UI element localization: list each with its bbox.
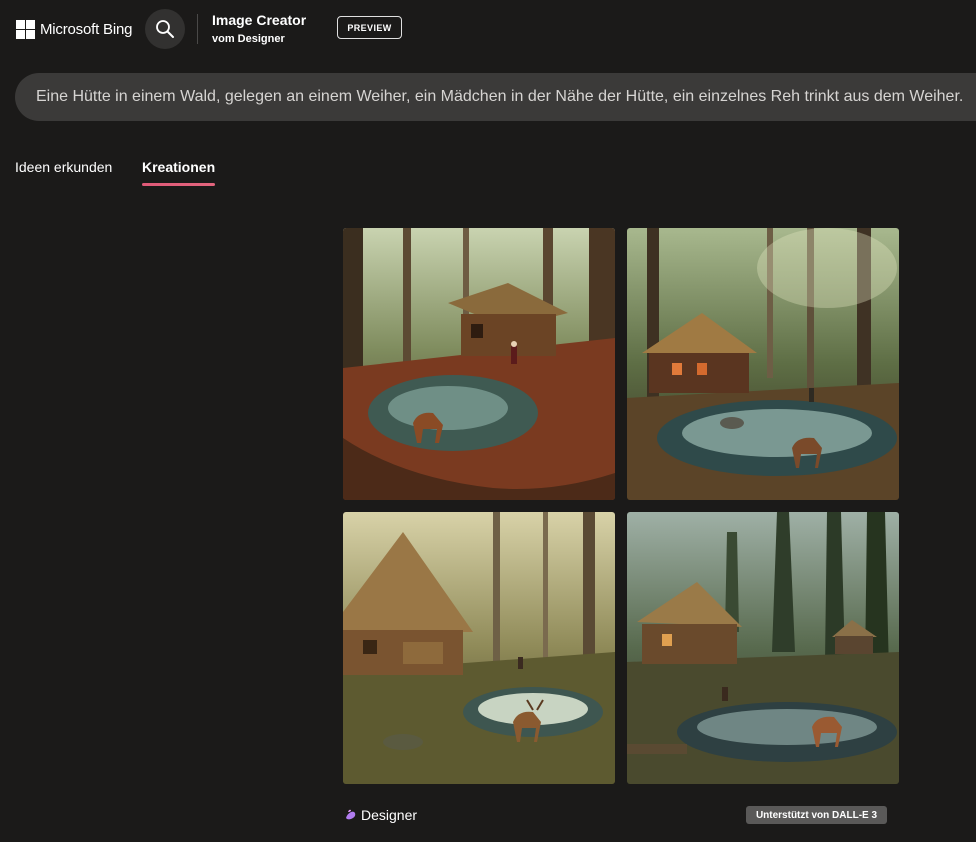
brand-name: Microsoft Bing bbox=[40, 20, 133, 38]
microsoft-bing-logo[interactable]: Microsoft Bing bbox=[16, 18, 132, 40]
image-creator-page: Microsoft Bing Image Creator vom Designe… bbox=[0, 0, 976, 842]
designer-logo-icon bbox=[346, 809, 356, 820]
tab-creations[interactable]: Kreationen bbox=[142, 159, 215, 175]
microsoft-logo-icon bbox=[16, 19, 35, 39]
search-icon bbox=[156, 20, 174, 38]
designer-label: Designer bbox=[361, 807, 418, 823]
generated-image-4[interactable] bbox=[627, 512, 899, 784]
app-title[interactable]: Image Creator bbox=[212, 12, 306, 28]
generated-image-1[interactable] bbox=[343, 228, 615, 500]
top-header: Microsoft Bing Image Creator vom Designe… bbox=[0, 0, 976, 58]
preview-badge: PREVIEW bbox=[337, 16, 402, 39]
generated-image-2[interactable] bbox=[627, 228, 899, 500]
prompt-input[interactable]: Eine Hütte in einem Wald, gelegen an ein… bbox=[15, 73, 976, 121]
tab-explore-ideas[interactable]: Ideen erkunden bbox=[15, 159, 112, 175]
designer-brand[interactable]: Designer bbox=[344, 806, 417, 824]
header-divider bbox=[197, 14, 198, 44]
prompt-text: Eine Hütte in einem Wald, gelegen an ein… bbox=[36, 88, 964, 105]
active-tab-indicator bbox=[142, 183, 215, 186]
powered-by-badge: Unterstützt von DALL-E 3 bbox=[746, 806, 887, 824]
search-button[interactable] bbox=[145, 9, 185, 49]
generated-image-3[interactable] bbox=[343, 512, 615, 784]
app-subtitle: vom Designer bbox=[212, 33, 285, 45]
